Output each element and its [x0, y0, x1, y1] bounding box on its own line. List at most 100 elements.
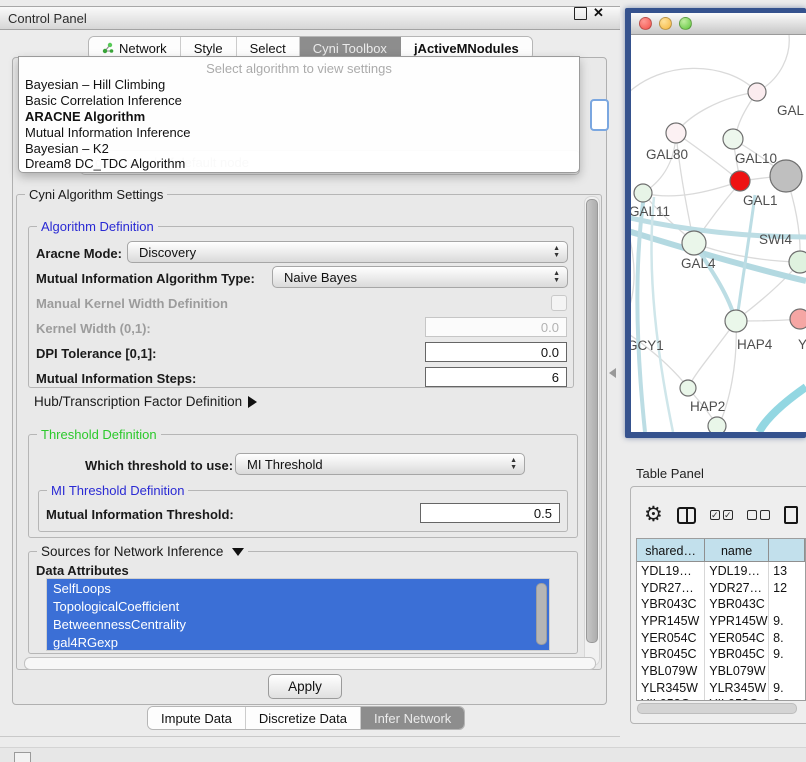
column-header[interactable]: name — [705, 539, 769, 561]
hub-tf-definition-toggle[interactable]: Hub/Transcription Factor Definition — [34, 394, 257, 409]
cell-shared-name[interactable]: YLR345W — [637, 679, 705, 696]
node-label: GAL80 — [646, 147, 688, 162]
table-row[interactable]: YER054C YER054C 8. — [637, 629, 805, 646]
network-window-titlebar[interactable] — [631, 13, 806, 35]
dropdown-item-selected[interactable]: ARACNE Algorithm — [19, 109, 579, 125]
mi-steps-field[interactable]: 6 — [425, 367, 567, 387]
data-attributes-list[interactable]: SelfLoops TopologicalCoefficient Between… — [46, 578, 550, 651]
screen: Control Panel ✕ Network Style Select Cyn… — [0, 0, 806, 762]
float-panel-icon[interactable] — [574, 7, 587, 20]
cell-value[interactable]: 8. — [769, 629, 805, 646]
list-item[interactable]: SelfLoops — [47, 579, 549, 597]
cell-name[interactable]: YPR145W — [705, 612, 769, 629]
network-view-window[interactable]: GAL GAL80 GAL10 GAL1 GAL11 GAL4 SWI4 GCY… — [625, 8, 806, 438]
cell-value[interactable] — [769, 662, 805, 679]
dpi-tolerance-field[interactable]: 0.0 — [425, 342, 567, 362]
node-hap2[interactable] — [680, 380, 696, 396]
column-header[interactable] — [769, 539, 805, 561]
table-row[interactable]: YPR145W YPR145W 9. — [637, 612, 805, 629]
cell-shared-name[interactable]: YDL19… — [637, 562, 705, 579]
table-row[interactable]: YLR345W YLR345W 9. — [637, 679, 805, 696]
sources-group-toggle[interactable]: Sources for Network Inference — [37, 544, 248, 559]
table-row[interactable]: YBR045C YBR045C 9. — [637, 645, 805, 662]
cell-shared-name[interactable]: YER054C — [637, 629, 705, 646]
settings-horizontal-scrollbar[interactable] — [24, 657, 596, 670]
cell-name[interactable]: YER054C — [705, 629, 769, 646]
tab-label: Style — [194, 41, 223, 56]
manual-kernel-checkbox[interactable] — [551, 295, 567, 311]
cell-value[interactable]: 12 — [769, 579, 805, 596]
column-header[interactable]: shared… — [637, 539, 705, 561]
close-icon[interactable]: ✕ — [593, 7, 604, 18]
network-canvas[interactable]: GAL GAL80 GAL10 GAL1 GAL11 GAL4 SWI4 GCY… — [631, 35, 806, 432]
deselect-all-columns-icon[interactable] — [747, 510, 770, 520]
cell-value[interactable]: 9. — [769, 612, 805, 629]
table-horizontal-scrollbar[interactable] — [637, 703, 797, 714]
tab-impute-data[interactable]: Impute Data — [148, 707, 246, 729]
node-swi4[interactable] — [789, 251, 806, 273]
split-columns-icon[interactable] — [677, 507, 696, 524]
cell-name[interactable]: YDR27… — [705, 579, 769, 596]
kernel-width-field[interactable]: 0.0 — [425, 317, 567, 337]
cell-value[interactable] — [769, 595, 805, 612]
cell-value[interactable]: 9. — [769, 679, 805, 696]
select-all-columns-icon[interactable]: ✓ ✓ — [710, 510, 733, 520]
apply-button[interactable]: Apply — [268, 674, 342, 699]
cell-name[interactable]: YBR043C — [705, 595, 769, 612]
panel-divider-collapse-icon[interactable] — [609, 368, 616, 378]
export-table-icon[interactable] — [784, 506, 798, 524]
close-traffic-light-icon[interactable] — [639, 17, 652, 30]
gear-icon[interactable]: ⚙ — [644, 502, 663, 528]
control-panel-titlebar[interactable]: Control Panel — [0, 6, 620, 30]
which-threshold-combo[interactable]: MI Threshold ▲▼ — [235, 453, 525, 475]
node[interactable] — [748, 83, 766, 101]
cell-name[interactable]: YDL19… — [705, 562, 769, 579]
cell-value[interactable]: 13 — [769, 562, 805, 579]
node-hap4[interactable] — [725, 310, 747, 332]
dropdown-item[interactable]: Mutual Information Inference — [19, 124, 579, 140]
cell-name[interactable]: YBR045C — [705, 645, 769, 662]
mi-type-combo[interactable]: Naive Bayes ▲▼ — [272, 266, 568, 288]
table-row[interactable]: YDR27… YDR27… 12 — [637, 579, 805, 596]
cell-shared-name[interactable]: YPR145W — [637, 612, 705, 629]
minimize-traffic-light-icon[interactable] — [659, 17, 672, 30]
node[interactable] — [708, 417, 726, 432]
dropdown-item[interactable]: Bayesian – Hill Climbing — [19, 77, 579, 93]
cell-value[interactable]: 9. — [769, 696, 805, 702]
dropdown-item[interactable]: Bayesian – K2 — [19, 140, 579, 156]
dropdown-item[interactable]: Basic Correlation Inference — [19, 93, 579, 109]
mi-threshold-group-title: MI Threshold Definition — [47, 483, 188, 498]
dropdown-item[interactable]: Dream8 DC_TDC Algorithm — [19, 156, 579, 172]
table-row[interactable]: YDL19… YDL19… 13 — [637, 562, 805, 579]
table-row[interactable]: YIL052C YIL052C 9. — [637, 696, 805, 702]
node-gal10[interactable] — [723, 129, 743, 149]
minimized-panel-icon[interactable] — [14, 752, 31, 762]
cell-shared-name[interactable]: YDR27… — [637, 579, 705, 596]
node-gal4[interactable] — [682, 231, 706, 255]
zoom-traffic-light-icon[interactable] — [679, 17, 692, 30]
cell-value[interactable]: 9. — [769, 645, 805, 662]
node-salmon[interactable] — [790, 309, 806, 329]
attributes-list-scrollbar[interactable] — [536, 583, 547, 645]
mi-threshold-label: Mutual Information Threshold: — [46, 507, 234, 522]
cell-name[interactable]: YLR345W — [705, 679, 769, 696]
tab-discretize-data[interactable]: Discretize Data — [246, 707, 361, 729]
aracne-mode-combo[interactable]: Discovery ▲▼ — [127, 241, 568, 263]
cell-name[interactable]: YBL079W — [705, 662, 769, 679]
node-gal1[interactable] — [730, 171, 750, 191]
cell-shared-name[interactable]: YBL079W — [637, 662, 705, 679]
mi-threshold-field[interactable]: 0.5 — [420, 503, 560, 523]
cell-name[interactable]: YIL052C — [705, 696, 769, 702]
settings-vertical-scrollbar-thumb[interactable] — [586, 199, 598, 643]
table-row[interactable]: YBL079W YBL079W — [637, 662, 805, 679]
tab-infer-network[interactable]: Infer Network — [361, 707, 464, 729]
list-item[interactable]: gal4RGexp — [47, 633, 549, 651]
cell-shared-name[interactable]: YIL052C — [637, 696, 705, 702]
cell-shared-name[interactable]: YBR043C — [637, 595, 705, 612]
node-gal80[interactable] — [666, 123, 686, 143]
node-gal11[interactable] — [634, 184, 652, 202]
table-row[interactable]: YBR043C YBR043C — [637, 595, 805, 612]
list-item[interactable]: TopologicalCoefficient — [47, 597, 549, 615]
list-item[interactable]: BetweennessCentrality — [47, 615, 549, 633]
cell-shared-name[interactable]: YBR045C — [637, 645, 705, 662]
